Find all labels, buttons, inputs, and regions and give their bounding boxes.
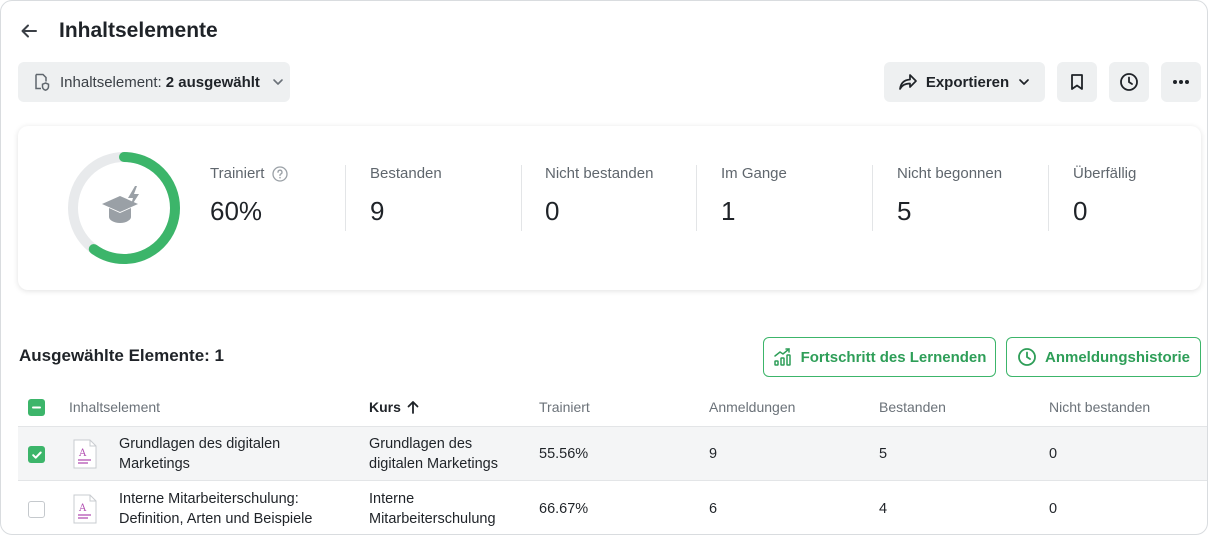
failed-value: 0 <box>1049 501 1058 517</box>
select-all-checkbox[interactable] <box>28 399 45 416</box>
stat-not-started: Nicht begonnen 5 <box>897 165 1002 227</box>
stat-label: Trainiert <box>210 165 265 182</box>
help-circle-icon[interactable] <box>272 165 289 182</box>
graduation-cap-icon <box>102 186 139 223</box>
bookmark-icon <box>1069 73 1085 91</box>
filter-value: 2 ausgewählt <box>165 73 260 91</box>
svg-text:A: A <box>78 503 87 514</box>
learner-progress-label: Fortschritt des Lernenden <box>800 348 987 366</box>
app-window: Inhaltselemente Inhaltselement: 2 ausgew… <box>0 0 1208 535</box>
column-header-enrollments[interactable]: Anmeldungen <box>709 399 795 415</box>
divider <box>1048 165 1049 231</box>
passed-value: 5 <box>879 446 888 462</box>
page-title: Inhaltselemente <box>59 19 218 42</box>
column-header-content-item[interactable]: Inhaltselement <box>69 399 160 415</box>
stat-label: Nicht begonnen <box>897 165 1003 182</box>
export-button[interactable]: Exportieren <box>884 62 1045 102</box>
stat-value: 0 <box>1073 196 1088 226</box>
column-header-course-label: Kurs <box>369 399 401 415</box>
stat-failed: Nicht bestanden 0 <box>545 165 653 227</box>
trained-progress-ring <box>68 152 180 264</box>
failed-value: 0 <box>1049 446 1058 462</box>
row-checkbox[interactable] <box>28 501 45 518</box>
column-header-course[interactable]: Kurs <box>369 399 419 415</box>
filter-label: Inhaltselement: <box>60 73 162 91</box>
selected-items-title: Ausgewählte Elemente: 1 <box>19 346 225 365</box>
content-item-filter-dropdown[interactable]: Inhaltselement: 2 ausgewählt <box>18 62 290 102</box>
share-arrow-icon <box>898 73 918 91</box>
clock-icon <box>1017 347 1037 367</box>
clock-icon <box>1119 72 1139 92</box>
stat-value: 5 <box>897 196 912 226</box>
item-title-line: Grundlagen des digitalen <box>119 436 281 452</box>
course-name-line: Grundlagen des <box>369 436 473 452</box>
stat-passed: Bestanden 9 <box>370 165 442 227</box>
course-name-line: Mitarbeiterschulung <box>369 511 496 527</box>
stat-value: 0 <box>545 196 560 226</box>
stat-label: Überfällig <box>1073 165 1137 182</box>
stat-label: Nicht bestanden <box>545 165 654 182</box>
stat-value: 60% <box>210 196 263 226</box>
row-checkbox[interactable] <box>28 446 45 463</box>
item-title-line: Definition, Arten und Beispiele <box>119 511 313 527</box>
stat-overdue: Überfällig 0 <box>1073 165 1136 227</box>
text-document-icon: A <box>73 494 97 524</box>
chevron-down-icon <box>1017 75 1031 89</box>
stat-value: 1 <box>721 196 736 226</box>
trained-value: 66.67% <box>539 501 589 517</box>
back-arrow-icon[interactable] <box>17 19 41 43</box>
chevron-down-icon <box>271 75 285 89</box>
divider <box>696 165 697 231</box>
stat-in-progress: Im Gange 1 <box>721 165 787 227</box>
stat-label: Im Gange <box>721 165 787 182</box>
chart-growth-icon <box>773 347 793 367</box>
learner-progress-button[interactable]: Fortschritt des Lernenden <box>763 337 996 377</box>
course-name-line: digitalen Marketings <box>369 456 498 472</box>
bookmark-button[interactable] <box>1057 62 1097 102</box>
trained-value: 55.56% <box>539 446 589 462</box>
enrollment-history-button[interactable]: Anmeldungshistorie <box>1006 337 1201 377</box>
sort-ascending-icon <box>407 400 419 414</box>
table-row[interactable]: A Grundlagen des digitalen Marketings Gr… <box>18 427 1207 481</box>
stat-value: 9 <box>370 196 385 226</box>
divider <box>345 165 346 231</box>
stat-label: Bestanden <box>370 165 442 182</box>
more-horizontal-icon <box>1172 79 1190 85</box>
export-label: Exportieren <box>925 73 1010 91</box>
column-header-trained[interactable]: Trainiert <box>539 399 590 415</box>
item-title-line: Interne Mitarbeiterschulung: <box>119 491 299 507</box>
course-name-line: Interne <box>369 491 415 507</box>
item-title-line: Marketings <box>119 456 190 472</box>
column-header-passed[interactable]: Bestanden <box>879 399 946 415</box>
enrollment-history-label: Anmeldungshistorie <box>1044 348 1190 366</box>
enrollments-value: 6 <box>709 501 718 517</box>
column-header-failed[interactable]: Nicht bestanden <box>1049 399 1150 415</box>
text-document-icon: A <box>73 439 97 469</box>
table-row[interactable]: A Interne Mitarbeiterschulung: Definitio… <box>18 482 1207 534</box>
passed-value: 4 <box>879 501 888 517</box>
divider <box>521 165 522 231</box>
divider <box>872 165 873 231</box>
enrollments-value: 9 <box>709 446 718 462</box>
history-button[interactable] <box>1109 62 1149 102</box>
statistics-card: Trainiert 60% Bestanden 9 Nicht bestande… <box>18 126 1201 290</box>
more-options-button[interactable] <box>1161 62 1201 102</box>
table-header: Inhaltselement Kurs Trainiert Anmeldunge… <box>18 389 1207 427</box>
content-shield-icon <box>31 72 51 92</box>
stat-trained: Trainiert 60% <box>210 165 289 227</box>
svg-text:A: A <box>78 448 87 459</box>
